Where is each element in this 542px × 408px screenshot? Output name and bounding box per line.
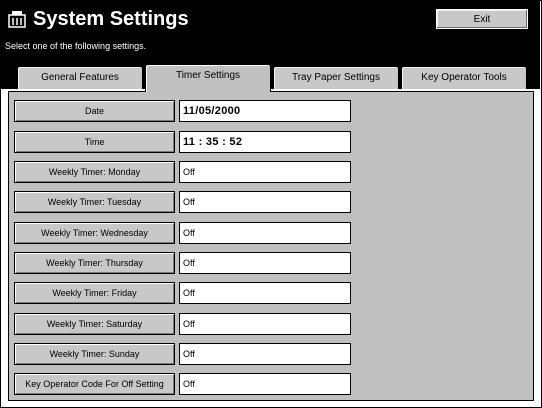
tab-timer-settings[interactable]: Timer Settings <box>145 64 271 92</box>
weekly-timer-tuesday-button[interactable]: Weekly Timer: Tuesday <box>14 191 175 213</box>
window-title: System Settings <box>33 8 189 30</box>
weekly-timer-tuesday-value: Off <box>179 191 351 213</box>
weekly-timer-sunday-button[interactable]: Weekly Timer: Sunday <box>14 343 175 365</box>
weekly-timer-thursday-value: Off <box>179 252 351 274</box>
exit-button[interactable]: Exit <box>436 9 528 29</box>
key-operator-code-off-setting-button[interactable]: Key Operator Code For Off Setting <box>14 373 175 395</box>
weekly-timer-thursday-button[interactable]: Weekly Timer: Thursday <box>14 252 175 274</box>
weekly-timer-friday-value: Off <box>179 282 351 304</box>
tab-key-operator-tools[interactable]: Key Operator Tools <box>401 66 527 89</box>
title-bar: System Settings Exit <box>1 1 540 36</box>
tab-general-features[interactable]: General Features <box>17 66 143 89</box>
time-value: 11 : 35 : 52 <box>179 131 351 153</box>
weekly-timer-sunday-value: Off <box>179 343 351 365</box>
weekly-timer-monday-button[interactable]: Weekly Timer: Monday <box>14 161 175 183</box>
weekly-timer-saturday-value: Off <box>179 313 351 335</box>
weekly-timer-wednesday-button[interactable]: Weekly Timer: Wednesday <box>14 222 175 244</box>
date-value: 11/05/2000 <box>179 100 351 122</box>
weekly-timer-monday-value: Off <box>179 161 351 183</box>
settings-tools-icon <box>8 10 26 28</box>
time-button[interactable]: Time <box>14 131 175 153</box>
date-button[interactable]: Date <box>14 100 175 122</box>
weekly-timer-wednesday-value: Off <box>179 222 351 244</box>
instruction-text: Select one of the following settings. <box>1 36 540 57</box>
weekly-timer-friday-button[interactable]: Weekly Timer: Friday <box>14 282 175 304</box>
weekly-timer-saturday-button[interactable]: Weekly Timer: Saturday <box>14 313 175 335</box>
tab-tray-paper-settings[interactable]: Tray Paper Settings <box>273 66 399 89</box>
key-operator-code-off-setting-value: Off <box>179 373 351 395</box>
